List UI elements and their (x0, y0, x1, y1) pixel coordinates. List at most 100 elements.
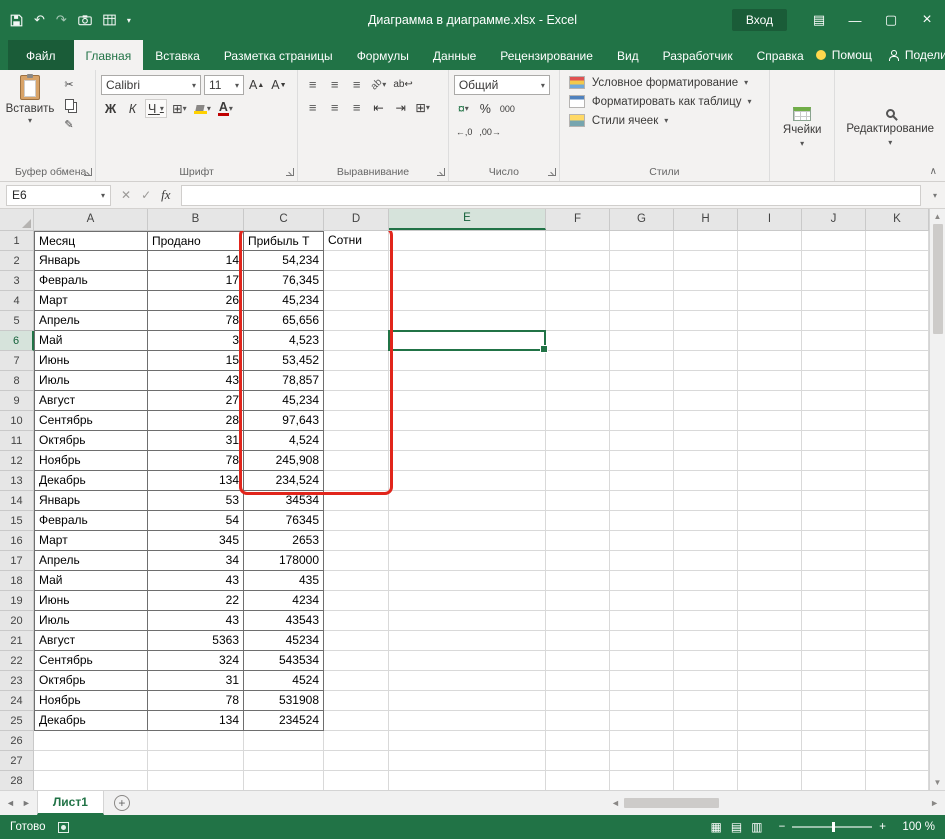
cell-I8[interactable] (738, 371, 802, 391)
cell-K2[interactable] (866, 251, 929, 271)
cell-D25[interactable] (324, 711, 389, 731)
zoom-slider[interactable] (792, 822, 873, 832)
cell-A20[interactable]: Июль (34, 611, 148, 631)
cell-C1[interactable]: Прибыль Т (244, 231, 324, 251)
cell-A3[interactable]: Февраль (34, 271, 148, 291)
cell-C25[interactable]: 234524 (244, 711, 324, 731)
cell-B22[interactable]: 324 (148, 651, 244, 671)
zoom-slider-thumb[interactable] (832, 822, 836, 832)
cell-A22[interactable]: Сентябрь (34, 651, 148, 671)
cell-G18[interactable] (610, 571, 674, 591)
cell-J7[interactable] (802, 351, 866, 371)
column-header-F[interactable]: F (546, 209, 610, 230)
cell-C6[interactable]: 4,523 (244, 331, 324, 351)
italic-button[interactable]: К (123, 99, 142, 118)
cell-G17[interactable] (610, 551, 674, 571)
align-left-icon[interactable]: ≡ (303, 98, 322, 117)
row-header-12[interactable]: 12 (0, 451, 34, 471)
cell-K7[interactable] (866, 351, 929, 371)
cell-K5[interactable] (866, 311, 929, 331)
cell-C19[interactable]: 4234 (244, 591, 324, 611)
cell-B12[interactable]: 78 (148, 451, 244, 471)
cell-A11[interactable]: Октябрь (34, 431, 148, 451)
cell-G15[interactable] (610, 511, 674, 531)
cell-H16[interactable] (674, 531, 738, 551)
font-color-button[interactable]: А ▾ (216, 99, 235, 118)
cell-I24[interactable] (738, 691, 802, 711)
cell-G12[interactable] (610, 451, 674, 471)
paste-button[interactable]: Вставить ▾ (3, 73, 57, 163)
cell-D18[interactable] (324, 571, 389, 591)
cell-F26[interactable] (546, 731, 610, 751)
cell-B7[interactable]: 15 (148, 351, 244, 371)
cell-J6[interactable] (802, 331, 866, 351)
cell-B3[interactable]: 17 (148, 271, 244, 291)
cell-J20[interactable] (802, 611, 866, 631)
cell-E15[interactable] (389, 511, 546, 531)
style-button-1[interactable]: Условное форматирование ▾ (563, 73, 758, 92)
tab-4[interactable]: Формулы (345, 40, 421, 70)
bold-button[interactable]: Ж (101, 99, 120, 118)
cell-F18[interactable] (546, 571, 610, 591)
cell-E10[interactable] (389, 411, 546, 431)
minimize-button[interactable]: — (837, 0, 873, 40)
cell-H8[interactable] (674, 371, 738, 391)
cell-K13[interactable] (866, 471, 929, 491)
cell-H7[interactable] (674, 351, 738, 371)
sheet-tab-active[interactable]: Лист1 (36, 791, 104, 815)
scroll-down-icon[interactable]: ▼ (934, 778, 942, 787)
tab-2[interactable]: Вставка (143, 40, 212, 70)
tab-8[interactable]: Разработчик (651, 40, 745, 70)
cell-A6[interactable]: Май (34, 331, 148, 351)
tab-5[interactable]: Данные (421, 40, 488, 70)
cell-G16[interactable] (610, 531, 674, 551)
table-icon[interactable] (103, 14, 116, 26)
cell-D22[interactable] (324, 651, 389, 671)
cell-B15[interactable]: 54 (148, 511, 244, 531)
cell-C12[interactable]: 245,908 (244, 451, 324, 471)
scroll-right-icon[interactable]: ► (930, 798, 939, 808)
cell-E4[interactable] (389, 291, 546, 311)
row-header-23[interactable]: 23 (0, 671, 34, 691)
cell-G5[interactable] (610, 311, 674, 331)
cell-I22[interactable] (738, 651, 802, 671)
row-header-4[interactable]: 4 (0, 291, 34, 311)
copy-icon[interactable] (59, 96, 79, 113)
cell-H6[interactable] (674, 331, 738, 351)
cell-I23[interactable] (738, 671, 802, 691)
cell-J3[interactable] (802, 271, 866, 291)
cell-K1[interactable] (866, 231, 929, 251)
cell-G2[interactable] (610, 251, 674, 271)
cut-icon[interactable]: ✂ (59, 76, 79, 93)
cell-D3[interactable] (324, 271, 389, 291)
cell-A27[interactable] (34, 751, 148, 771)
cell-E2[interactable] (389, 251, 546, 271)
cell-B2[interactable]: 14 (148, 251, 244, 271)
cell-F4[interactable] (546, 291, 610, 311)
tab-file[interactable]: Файл (8, 40, 74, 70)
cell-I27[interactable] (738, 751, 802, 771)
cell-H21[interactable] (674, 631, 738, 651)
cell-C24[interactable]: 531908 (244, 691, 324, 711)
row-header-27[interactable]: 27 (0, 751, 34, 771)
insert-function-icon[interactable]: fx (161, 187, 170, 203)
cell-I26[interactable] (738, 731, 802, 751)
cell-D8[interactable] (324, 371, 389, 391)
cell-C28[interactable] (244, 771, 324, 790)
cell-I5[interactable] (738, 311, 802, 331)
row-header-11[interactable]: 11 (0, 431, 34, 451)
cell-I10[interactable] (738, 411, 802, 431)
cell-A10[interactable]: Сентябрь (34, 411, 148, 431)
macro-record-icon[interactable] (57, 821, 69, 833)
cell-C23[interactable]: 4524 (244, 671, 324, 691)
cell-G3[interactable] (610, 271, 674, 291)
row-header-8[interactable]: 8 (0, 371, 34, 391)
page-layout-view-icon[interactable]: ▤ (731, 820, 742, 834)
cell-G20[interactable] (610, 611, 674, 631)
cell-J15[interactable] (802, 511, 866, 531)
cell-J18[interactable] (802, 571, 866, 591)
row-header-15[interactable]: 15 (0, 511, 34, 531)
cell-J17[interactable] (802, 551, 866, 571)
cell-B17[interactable]: 34 (148, 551, 244, 571)
cell-J16[interactable] (802, 531, 866, 551)
